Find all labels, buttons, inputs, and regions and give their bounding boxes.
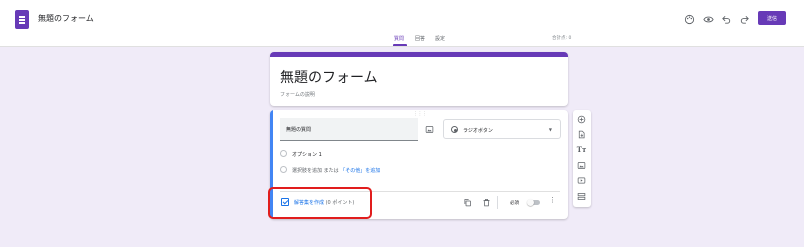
undo-icon[interactable] — [721, 14, 732, 25]
top-bar: 無題のフォーム 送信 質問 回答 設定 合計点: 0 — [0, 0, 804, 47]
palette-icon[interactable] — [684, 14, 695, 25]
drag-handle-icon[interactable]: ⋮⋮⋮ — [413, 111, 427, 117]
redo-icon[interactable] — [739, 14, 750, 25]
add-section-icon[interactable] — [577, 192, 586, 201]
question-type-dropdown[interactable]: ラジオボタン ▼ — [443, 119, 561, 139]
tab-settings[interactable]: 設定 — [435, 35, 445, 42]
required-toggle[interactable] — [527, 199, 541, 206]
add-title-description-icon[interactable]: Tт — [577, 145, 587, 154]
import-questions-icon[interactable] — [577, 130, 586, 139]
question-type-label: ラジオボタン — [463, 128, 493, 134]
active-tab-indicator — [393, 44, 407, 46]
or-text: または — [323, 168, 339, 174]
form-description-field[interactable]: フォームの説明 — [280, 91, 315, 98]
duplicate-icon[interactable] — [463, 198, 472, 207]
form-title[interactable]: 無題のフォーム — [280, 67, 378, 87]
add-other-link[interactable]: 「その他」を追加 — [340, 168, 380, 174]
question-title-field[interactable]: 無題の質問 — [280, 118, 418, 141]
delete-trash-icon[interactable] — [482, 198, 491, 207]
question-title: 無題の質問 — [286, 127, 312, 133]
add-option-link[interactable]: 選択肢を追加 — [292, 168, 322, 174]
add-image-icon[interactable] — [425, 125, 434, 134]
send-button[interactable]: 送信 — [758, 11, 786, 25]
dropdown-arrow-icon: ▼ — [548, 127, 552, 132]
add-option-radio — [280, 166, 287, 173]
forms-logo-icon[interactable] — [15, 10, 29, 29]
add-question-icon[interactable] — [577, 115, 586, 124]
add-video-icon[interactable] — [577, 176, 586, 185]
add-image-icon[interactable] — [577, 161, 586, 170]
option-radio — [280, 150, 287, 157]
add-option-row: 選択肢を追加 または 「その他」を追加 — [292, 167, 380, 174]
toolbar-separator — [497, 196, 498, 209]
document-title[interactable]: 無題のフォーム — [38, 13, 94, 24]
side-toolbar: Tт — [573, 110, 591, 207]
form-title-card[interactable]: 無題のフォーム フォームの説明 — [270, 52, 568, 106]
tab-responses[interactable]: 回答 — [415, 35, 425, 42]
tab-questions[interactable]: 質問 — [394, 35, 404, 42]
required-label: 必須 — [510, 201, 519, 206]
total-points: 合計点: 0 — [552, 36, 572, 41]
option-label[interactable]: オプション 1 — [292, 151, 322, 158]
radio-button-icon — [451, 126, 458, 133]
more-options-icon[interactable]: ⋮ — [549, 197, 556, 204]
preview-eye-icon[interactable] — [703, 14, 714, 25]
highlight-box — [268, 187, 372, 219]
